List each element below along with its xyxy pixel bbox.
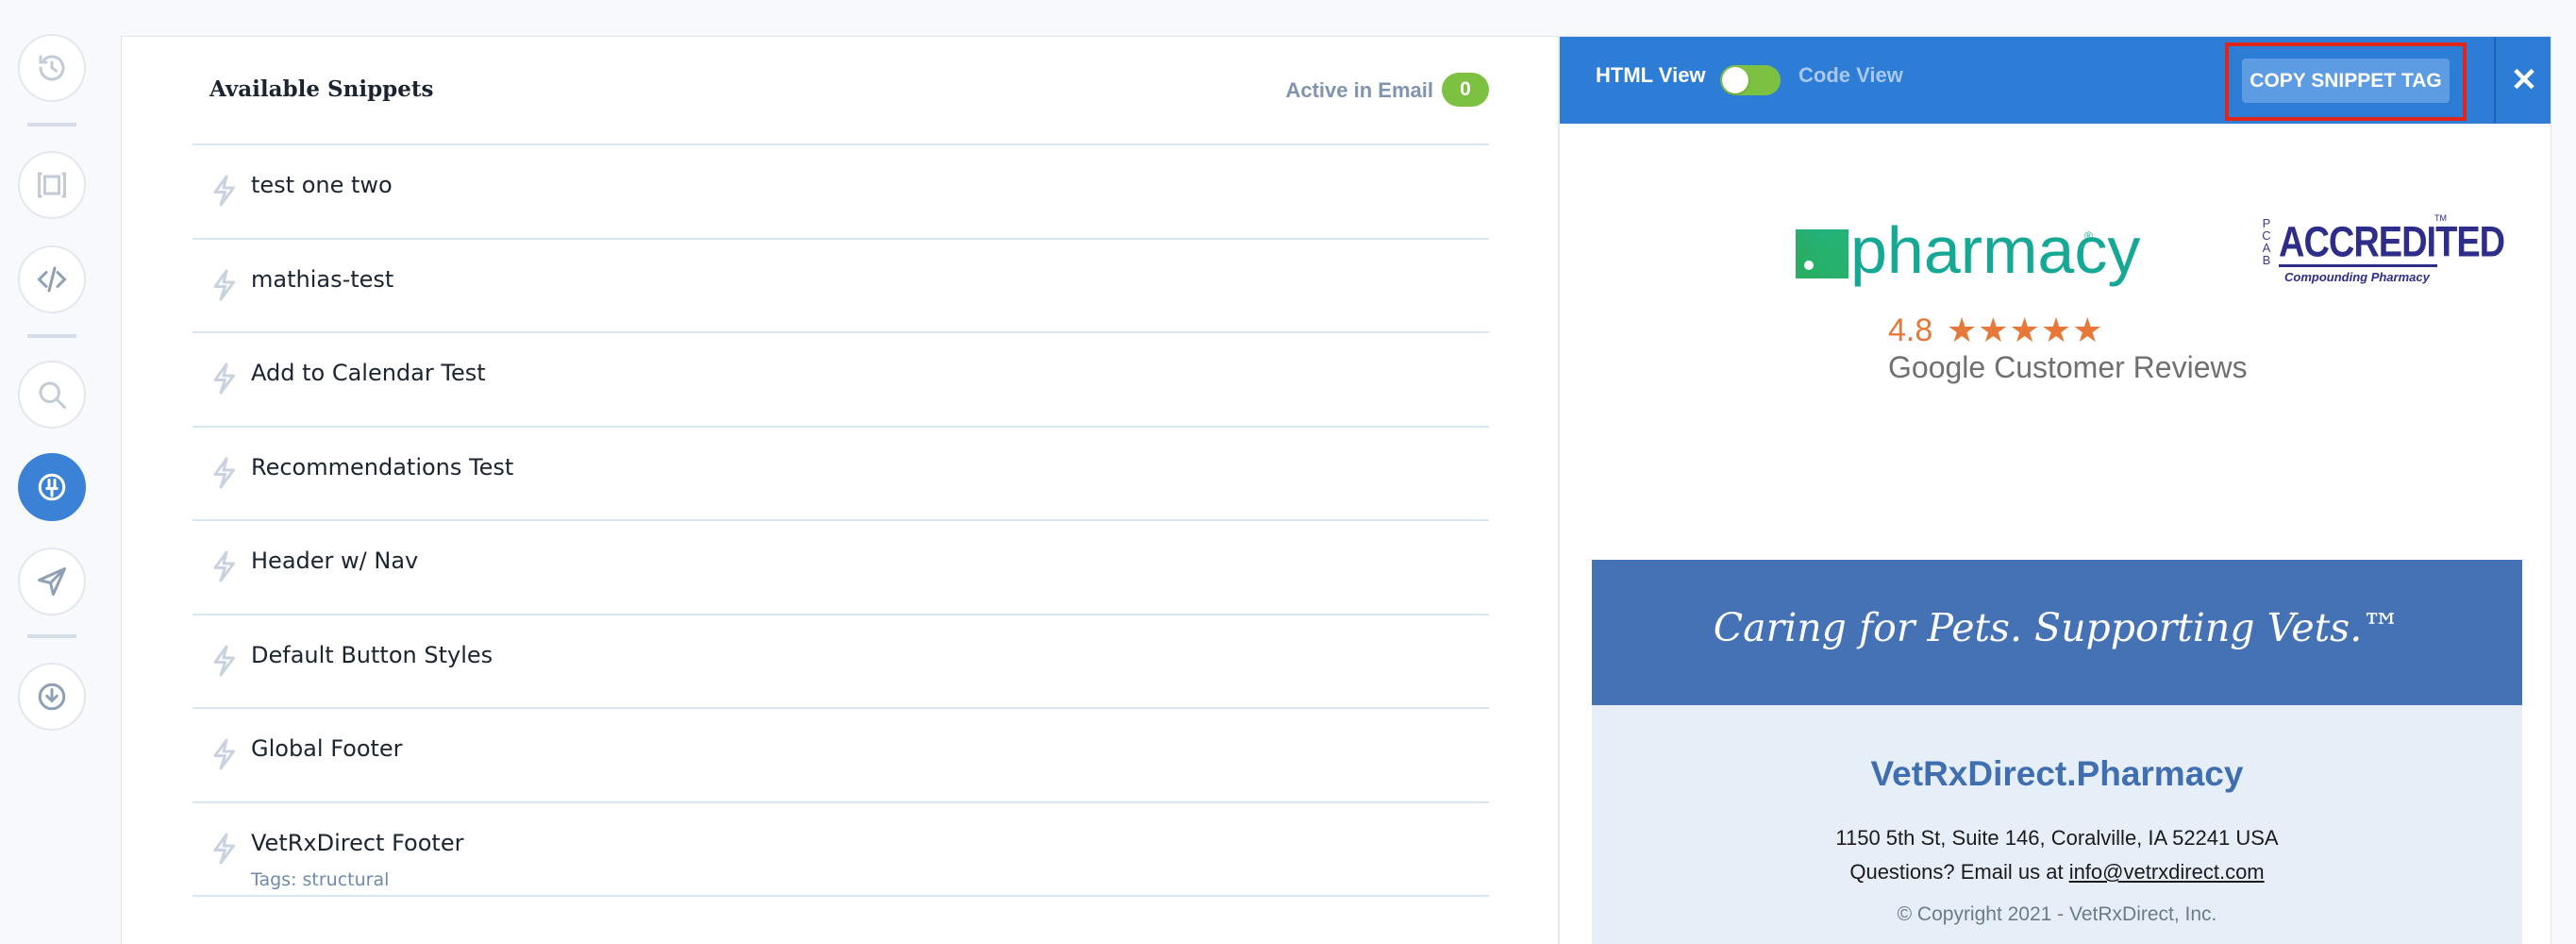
snippet-icon <box>213 269 235 300</box>
snippet-name: Global Footer <box>251 735 403 762</box>
left-icon-rail <box>0 0 104 944</box>
snippet-name: mathias-test <box>251 265 394 293</box>
snippet-item[interactable]: Add to Calendar Test <box>192 333 1489 428</box>
snippet-name: Default Button Styles <box>251 641 493 668</box>
snippet-name: test one two <box>251 172 393 198</box>
layout-icon[interactable] <box>18 151 86 219</box>
download-icon[interactable] <box>18 663 86 731</box>
snippet-icon <box>213 175 235 207</box>
google-reviews-badge: 4.8 ★★★★★ Google Customer Reviews <box>1888 311 2248 388</box>
snippets-header: Available Snippets Active in Email 0 <box>209 37 1506 107</box>
pcab-word: ACCREDITED <box>2279 219 2505 267</box>
snippet-name: VetRxDirect Footer <box>251 829 464 856</box>
footer-copyright: © Copyright 2021 - VetRxDirect, Inc. <box>1897 903 2217 925</box>
snippet-item[interactable]: test one two <box>192 145 1489 240</box>
snippet-name: Add to Calendar Test <box>251 360 486 386</box>
snippet-item[interactable]: Default Button Styles <box>192 615 1489 709</box>
pharmacy-logo-word: pharmacy <box>1850 213 2141 287</box>
questions-prefix: Questions? Email us at <box>1849 860 2069 884</box>
snippet-icon <box>213 833 235 864</box>
rail-divider <box>27 634 76 638</box>
review-text: Google Customer Reviews <box>1888 350 2248 384</box>
close-icon[interactable]: ✕ <box>2494 37 2551 124</box>
page-title: Available Snippets <box>209 76 434 102</box>
snippet-icon <box>213 738 235 770</box>
search-icon[interactable] <box>18 361 86 429</box>
tagline: Caring for Pets. Supporting Vets.™ <box>1713 605 2401 650</box>
pcab-underline <box>2279 264 2437 267</box>
email-logos: pharmacy ® P C A B ACCREDITED Compoundin… <box>1560 124 2551 558</box>
snippet-tags: Tags: structural <box>251 868 390 890</box>
footer-questions: Questions? Email us at info@vetrxdirect.… <box>1592 860 2522 885</box>
pharmacy-logo-tm: ® <box>2084 229 2093 243</box>
pcab-subtitle: Compounding Pharmacy <box>2284 270 2430 284</box>
snippet-icon <box>213 362 235 395</box>
preview-toolbar: HTML View Code View COPY SNIPPET TAG ✕ <box>1560 37 2551 124</box>
send-icon[interactable] <box>18 548 86 615</box>
rail-divider <box>27 334 76 338</box>
snippet-icon <box>213 645 235 676</box>
pcab-tm: TM <box>2434 213 2447 223</box>
email-footer: VetRxDirect.Pharmacy 1150 5th St, Suite … <box>1592 705 2522 944</box>
tagline-banner: Caring for Pets. Supporting Vets.™ <box>1592 560 2522 705</box>
highlight-box: COPY SNIPPET TAG <box>2225 42 2467 121</box>
star-rating-icon: ★★★★★ <box>1947 311 2104 349</box>
footer-address: 1150 5th St, Suite 146, Coralville, IA 5… <box>1835 826 2279 850</box>
toggle-knob <box>1722 67 1748 93</box>
active-in-email-label: Active in Email <box>1285 78 1433 102</box>
email-link[interactable]: info@vetrxdirect.com <box>2069 860 2265 884</box>
copy-snippet-tag-button[interactable]: COPY SNIPPET TAG <box>2242 59 2450 103</box>
html-view-label[interactable]: HTML View <box>1596 63 1706 88</box>
pcab-accredited-logo: P C A B ACCREDITED Compounding Pharmacy … <box>2260 213 2505 298</box>
snippet-list: test one two mathias-test Add to Calenda… <box>192 145 1489 897</box>
snippet-item[interactable]: Global Footer <box>192 709 1489 803</box>
snippet-icon <box>213 457 235 488</box>
rail-divider <box>27 123 76 126</box>
rating-score: 4.8 <box>1888 312 1933 348</box>
snippet-preview: HTML View Code View COPY SNIPPET TAG ✕ p… <box>1558 37 2551 944</box>
snippet-item[interactable]: VetRxDirect Footer Tags: structural <box>192 803 1489 897</box>
snippet-item[interactable]: mathias-test <box>192 240 1489 333</box>
pharmacy-logo-mark <box>1796 229 1848 278</box>
snippet-name: Header w/ Nav <box>251 548 419 574</box>
pcab-side-letters: P C A B <box>2262 216 2271 267</box>
active-count-badge: 0 <box>1442 73 1489 107</box>
snippet-item[interactable]: Recommendations Test <box>192 428 1489 521</box>
snippets-panel: Available Snippets Active in Email 0 tes… <box>121 36 2551 944</box>
code-icon[interactable] <box>18 245 86 313</box>
snippet-name: Recommendations Test <box>251 453 514 480</box>
history-icon[interactable] <box>18 34 86 102</box>
snippet-item[interactable]: Header w/ Nav <box>192 521 1489 615</box>
view-toggle[interactable] <box>1720 65 1781 95</box>
snippets-icon[interactable] <box>18 453 86 521</box>
snippet-icon <box>213 550 235 582</box>
footer-brand: VetRxDirect.Pharmacy <box>1870 754 2244 793</box>
code-view-label[interactable]: Code View <box>1798 63 1903 88</box>
